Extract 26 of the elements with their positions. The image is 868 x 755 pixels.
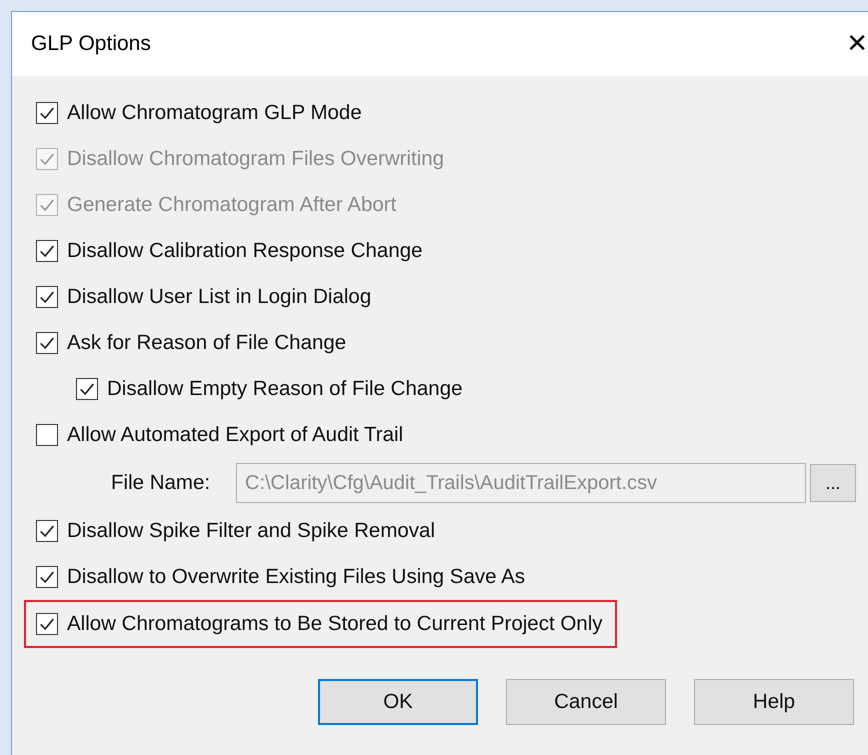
checkbox-label: Ask for Reason of File Change <box>67 331 346 355</box>
checkbox-label: Allow Chromatograms to Be Stored to Current Project Only <box>67 612 602 636</box>
checkbox-label: Disallow Empty Reason of File Change <box>107 377 462 401</box>
checkbox[interactable] <box>76 378 98 400</box>
close-button[interactable]: ✕ <box>842 29 868 59</box>
checkbox[interactable] <box>36 566 58 588</box>
checkbox[interactable] <box>36 520 58 542</box>
checkbox[interactable] <box>36 424 58 446</box>
checkbox-label: Disallow Spike Filter and Spike Removal <box>67 519 436 543</box>
checkbox[interactable] <box>36 286 58 308</box>
checkbox-label: Allow Chromatogram GLP Mode <box>67 101 362 125</box>
field-label: File Name: <box>111 471 212 495</box>
checkbox[interactable] <box>36 332 58 354</box>
checkbox[interactable] <box>36 613 58 635</box>
checkbox[interactable] <box>36 102 58 124</box>
checkbox-label: Allow Automated Export of Audit Trail <box>67 423 404 447</box>
checkbox-label: Disallow to Overwrite Existing Files Using Save As <box>67 565 525 589</box>
checkbox[interactable] <box>36 240 58 262</box>
dialog-button[interactable]: OK <box>318 679 478 725</box>
dialog-button[interactable]: Help <box>694 679 854 725</box>
checkbox-label: Generate Chromatogram After Abort <box>67 193 396 217</box>
checkbox-label: Disallow User List in Login Dialog <box>67 285 372 309</box>
dialog-button[interactable]: Cancel <box>506 679 666 725</box>
checkbox-label: Disallow Calibration Response Change <box>67 239 423 263</box>
checkbox-label: Disallow Chromatogram Files Overwriting <box>67 147 444 171</box>
window-title: GLP Options <box>31 32 151 56</box>
